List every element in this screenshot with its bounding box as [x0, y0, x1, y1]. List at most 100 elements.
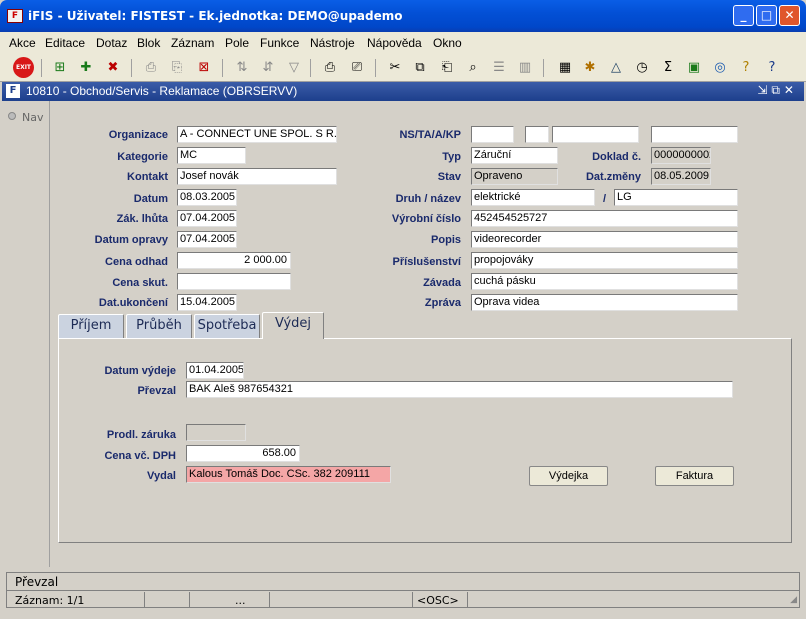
dat-ukonceni-field[interactable]: 15.04.2005 — [177, 294, 237, 311]
zak-lhuta-field[interactable]: 07.04.2005 — [177, 210, 237, 227]
datum-vydeje-label: Datum výdeje — [104, 365, 176, 377]
help-icon[interactable]: ? — [736, 58, 756, 78]
prislusenstvi-field[interactable]: propojováky — [471, 252, 738, 269]
zak-lhuta-label: Zák. lhůta — [116, 213, 168, 225]
cena-skut-label: Cena skut. — [112, 277, 168, 289]
vydal-field[interactable]: Kalous Tomáš Doc. CSc. 382 209111 — [186, 466, 391, 483]
datum-field[interactable]: 08.03.2005 — [177, 189, 237, 206]
cena-vc-dph-label: Cena vč. DPH — [104, 450, 176, 462]
tab-prijem[interactable]: Příjem — [58, 314, 124, 338]
sort-asc-icon[interactable]: ⇅ — [232, 58, 252, 78]
vydal-label: Vydal — [147, 470, 176, 482]
copy-icon[interactable]: ⧉ — [410, 58, 430, 78]
cena-odhad-field[interactable]: 2 000.00 — [177, 252, 291, 269]
status-bar: Převzal Záznam: 1/1 ... <OSC> ◢ — [6, 572, 800, 608]
web-icon[interactable]: ◎ — [710, 58, 730, 78]
nav-label: Nav — [22, 111, 44, 124]
organizace-field[interactable]: A - CONNECT UNE SPOL. S R. O — [177, 126, 337, 143]
zprava-field[interactable]: Oprava videa — [471, 294, 738, 311]
a-field[interactable] — [552, 126, 639, 143]
form-window-controls[interactable]: ⇲⧉✕ — [757, 83, 798, 98]
record-indicator: Záznam: 1/1 — [15, 594, 85, 607]
stav-field: Opraveno — [471, 168, 558, 185]
nav-panel — [2, 101, 50, 567]
druh-nazev-label: Druh / název — [395, 193, 461, 205]
prevzal-field[interactable]: BAK Aleš 987654321 — [186, 381, 733, 398]
form-titlebar: F 10810 - Obchod/Servis - Reklamace (OBR… — [2, 82, 804, 101]
kategorie-field[interactable]: MC — [177, 147, 246, 164]
sort-desc-icon[interactable]: ⇵ — [258, 58, 278, 78]
clock-icon[interactable]: ◷ — [632, 58, 652, 78]
print-preview-icon[interactable]: ⎚ — [347, 58, 367, 78]
menu-bar: Akce Editace Dotaz Blok Záznam Pole Funk… — [0, 32, 806, 53]
osc-indicator: <OSC> — [417, 594, 459, 607]
chart-icon[interactable]: △ — [606, 58, 626, 78]
settings-icon[interactable]: ✱ — [580, 58, 600, 78]
minimize-icon[interactable]: _ — [733, 5, 754, 26]
vyrobni-cislo-field[interactable]: 452454525727 — [471, 210, 738, 227]
cena-skut-field[interactable] — [177, 273, 291, 290]
sum-icon[interactable]: Σ — [658, 58, 678, 78]
execute-query-icon[interactable]: ⎘ — [167, 58, 187, 78]
resize-grip-icon[interactable]: ◢ — [790, 595, 797, 605]
kontakt-field[interactable]: Josef novák — [177, 168, 337, 185]
menu-okno[interactable]: Okno — [433, 36, 462, 50]
print-icon[interactable]: ⎙ — [320, 58, 340, 78]
menu-dotaz[interactable]: Dotaz — [96, 36, 127, 50]
nazev-field[interactable]: LG — [614, 189, 738, 206]
context-help-icon[interactable]: ? — [762, 58, 782, 78]
exit-icon[interactable]: EXIT — [13, 57, 34, 78]
dat-zmeny-field: 08.05.2009 — [651, 168, 711, 185]
calculator-icon[interactable]: ▦ — [555, 58, 575, 78]
excel-icon[interactable]: ▣ — [684, 58, 704, 78]
menu-napoveda[interactable]: Nápověda — [367, 36, 422, 50]
zprava-label: Zpráva — [424, 297, 461, 309]
maximize-icon[interactable]: □ — [756, 5, 777, 26]
vydejka-button[interactable]: Výdejka — [529, 466, 608, 486]
tab-vydej[interactable]: Výdej — [262, 312, 324, 339]
menu-zaznam[interactable]: Záznam — [171, 36, 214, 50]
druh-field[interactable]: elektrické — [471, 189, 595, 206]
ns-field[interactable] — [471, 126, 514, 143]
close-icon[interactable]: ✕ — [779, 5, 800, 26]
zavada-field[interactable]: cuchá pásku — [471, 273, 738, 290]
list-icon[interactable]: ☰ — [489, 58, 509, 78]
faktura-button[interactable]: Faktura — [655, 466, 734, 486]
delete-record-icon[interactable]: ✖ — [103, 58, 123, 78]
query-icon[interactable]: ⎙ — [141, 58, 161, 78]
cena-odhad-label: Cena odhad — [105, 256, 168, 268]
form-icon: F — [6, 84, 20, 98]
typ-label: Typ — [442, 151, 461, 163]
insert-record-icon[interactable]: ✚ — [76, 58, 96, 78]
columns-icon[interactable]: ▥ — [515, 58, 535, 78]
zavada-label: Závada — [423, 277, 461, 289]
menu-pole[interactable]: Pole — [225, 36, 249, 50]
datum-opravy-field[interactable]: 07.04.2005 — [177, 231, 237, 248]
find-icon[interactable]: ⌕ — [463, 58, 483, 78]
popis-field[interactable]: videorecorder — [471, 231, 738, 248]
popis-label: Popis — [431, 234, 461, 246]
paste-icon[interactable]: ⎗ — [437, 58, 457, 78]
menu-editace[interactable]: Editace — [45, 36, 85, 50]
menu-akce[interactable]: Akce — [9, 36, 36, 50]
menu-blok[interactable]: Blok — [137, 36, 160, 50]
tab-spotreba[interactable]: Spotřeba — [194, 314, 260, 338]
cancel-query-icon[interactable]: ⊠ — [194, 58, 214, 78]
menu-funkce[interactable]: Funkce — [260, 36, 299, 50]
nav-radio[interactable] — [8, 112, 16, 120]
form-title: 10810 - Obchod/Servis - Reklamace (OBRSE… — [26, 84, 298, 98]
doklad-c-label: Doklad č. — [592, 151, 641, 163]
cut-icon[interactable]: ✂ — [385, 58, 405, 78]
filter-icon[interactable]: ▽ — [284, 58, 304, 78]
typ-field[interactable]: Záruční — [471, 147, 558, 164]
ta-field[interactable] — [525, 126, 549, 143]
kp-field[interactable] — [651, 126, 738, 143]
new-record-icon[interactable]: ⊞ — [50, 58, 70, 78]
datum-opravy-label: Datum opravy — [94, 234, 168, 246]
toolbar: EXIT ⊞ ✚ ✖ ⎙ ⎘ ⊠ ⇅ ⇵ ▽ ⎙ ⎚ ✂ ⧉ ⎗ ⌕ ☰ ▥ ▦… — [0, 53, 806, 82]
prevzal-label: Převzal — [137, 385, 176, 397]
menu-nastroje[interactable]: Nástroje — [310, 36, 355, 50]
datum-vydeje-field[interactable]: 01.04.2005 — [186, 362, 244, 379]
tab-prubeh[interactable]: Průběh — [126, 314, 192, 338]
cena-vc-dph-field[interactable]: 658.00 — [186, 445, 300, 462]
